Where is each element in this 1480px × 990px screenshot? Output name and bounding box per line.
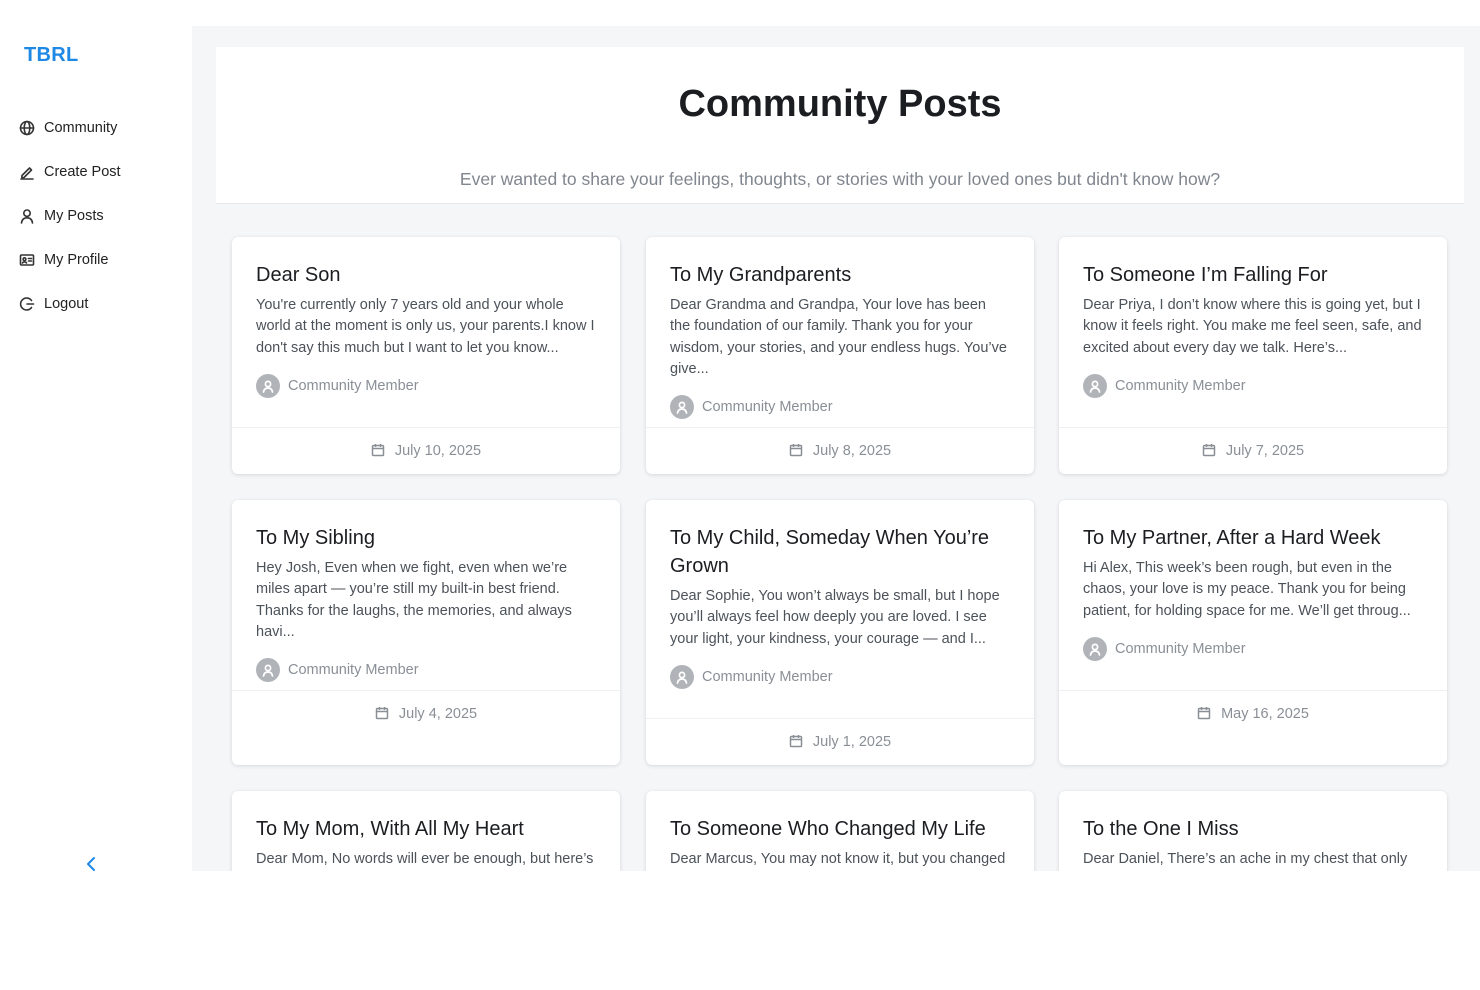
post-title: To the One I Miss <box>1083 818 1239 840</box>
calendar-icon <box>789 443 805 459</box>
avatar <box>1083 636 1107 661</box>
post-card[interactable]: To My Grandparents Dear Grandma and Gran… <box>646 237 1034 474</box>
post-footer: July 7, 2025 <box>1059 427 1447 474</box>
post-author: Community Member <box>670 664 1010 689</box>
avatar <box>256 373 280 398</box>
post-date: July 8, 2025 <box>812 443 892 459</box>
post-card[interactable]: Dear Son You're currently only 7 years o… <box>232 237 620 474</box>
post-title: To My Grandparents <box>670 264 852 286</box>
post-card[interactable]: To the One I Miss Dear Daniel, There’s a… <box>1059 791 1447 871</box>
calendar-icon <box>1197 706 1213 722</box>
author-name: Community Member <box>702 668 833 685</box>
post-card[interactable]: To My Mom, With All My Heart Dear Mom, N… <box>232 791 620 871</box>
sidebar-item-label: Community <box>44 120 118 136</box>
id-card-icon <box>18 251 36 269</box>
post-title: Dear Son <box>256 264 341 286</box>
post-card[interactable]: To Someone Who Changed My Life Dear Marc… <box>646 791 1034 871</box>
post-excerpt: Hi Alex, This week’s been rough, but eve… <box>1083 560 1411 619</box>
post-author: Community Member <box>256 658 596 683</box>
post-excerpt: Hey Josh, Even when we fight, even when … <box>256 560 572 640</box>
post-date: May 16, 2025 <box>1221 706 1309 722</box>
author-name: Community Member <box>288 662 419 679</box>
page-subtitle: Ever wanted to share your feelings, thou… <box>459 169 1221 189</box>
chevron-left-icon <box>87 857 95 871</box>
sidebar-item-label: My Profile <box>44 252 109 268</box>
post-title: To Someone Who Changed My Life <box>670 818 986 840</box>
author-name: Community Member <box>1115 377 1246 394</box>
collapse-sidebar-button[interactable] <box>82 853 100 875</box>
post-excerpt: You're currently only 7 years old and yo… <box>256 297 595 356</box>
sidebar-nav: Community Create Post My Posts My Profil… <box>18 106 188 326</box>
author-name: Community Member <box>702 399 833 416</box>
post-title: To My Mom, With All My Heart <box>256 818 524 840</box>
post-author: Community Member <box>670 395 1010 420</box>
post-footer: May 16, 2025 <box>1059 690 1447 737</box>
avatar <box>1083 373 1107 398</box>
post-author: Community Member <box>1083 636 1423 661</box>
sidebar-item-logout[interactable]: Logout <box>18 282 188 326</box>
sidebar-item-community[interactable]: Community <box>18 106 188 150</box>
calendar-icon <box>375 706 391 722</box>
post-excerpt: Dear Marcus, You may not know it, but yo… <box>670 851 1006 867</box>
post-footer: July 10, 2025 <box>232 427 620 474</box>
user-avatar-icon <box>262 380 274 393</box>
post-title: To My Sibling <box>256 527 375 549</box>
post-date: July 1, 2025 <box>812 734 892 750</box>
calendar-icon <box>789 734 805 750</box>
post-author: Community Member <box>256 373 596 398</box>
sidebar: TBRL Community Create Post My Posts My P… <box>0 26 192 871</box>
avatar <box>670 395 694 420</box>
avatar <box>670 664 694 689</box>
post-footer: July 4, 2025 <box>232 690 620 737</box>
post-card[interactable]: To My Child, Someday When You’re Grown D… <box>646 500 1034 765</box>
brand-logo[interactable]: TBRL <box>24 44 79 67</box>
post-title: To My Child, Someday When You’re Grown <box>670 527 990 577</box>
sidebar-item-my-posts[interactable]: My Posts <box>18 194 188 238</box>
calendar-icon <box>371 443 387 459</box>
post-card[interactable]: To My Sibling Hey Josh, Even when we fig… <box>232 500 620 765</box>
post-author: Community Member <box>1083 373 1423 398</box>
sidebar-item-label: Create Post <box>44 164 121 180</box>
user-avatar-icon <box>1089 643 1101 656</box>
sidebar-item-my-profile[interactable]: My Profile <box>18 238 188 282</box>
main-content: Community Posts Ever wanted to share you… <box>192 26 1480 871</box>
post-title: To Someone I’m Falling For <box>1083 264 1328 286</box>
post-excerpt: Dear Sophie, You won’t always be small, … <box>670 588 1000 647</box>
user-icon <box>18 207 36 225</box>
post-excerpt: Dear Mom, No words will ever be enough, … <box>256 851 594 867</box>
post-date: July 4, 2025 <box>398 706 478 722</box>
post-title: To My Partner, After a Hard Week <box>1083 527 1381 549</box>
globe-icon <box>18 119 36 137</box>
sidebar-item-label: My Posts <box>44 208 104 224</box>
post-excerpt: Dear Daniel, There’s an ache in my chest… <box>1083 851 1408 867</box>
post-date: July 10, 2025 <box>394 443 482 459</box>
post-card[interactable]: To My Partner, After a Hard Week Hi Alex… <box>1059 500 1447 765</box>
user-avatar-icon <box>676 671 688 684</box>
pen-icon <box>18 163 36 181</box>
post-footer: July 8, 2025 <box>646 427 1034 474</box>
post-date: July 7, 2025 <box>1225 443 1305 459</box>
avatar <box>256 658 280 683</box>
logout-icon <box>18 295 36 313</box>
user-avatar-icon <box>262 664 274 678</box>
user-avatar-icon <box>1089 380 1101 393</box>
author-name: Community Member <box>288 377 419 394</box>
sidebar-item-create-post[interactable]: Create Post <box>18 150 188 194</box>
post-excerpt: Dear Priya, I don’t know where this is g… <box>1083 297 1422 356</box>
page-title: Community Posts <box>678 83 1002 125</box>
post-excerpt: Dear Grandma and Grandpa, Your love has … <box>670 297 1007 377</box>
author-name: Community Member <box>1115 640 1246 657</box>
user-avatar-icon <box>676 401 688 415</box>
post-footer: July 1, 2025 <box>646 718 1034 765</box>
page-header: Community Posts Ever wanted to share you… <box>216 47 1464 204</box>
post-card[interactable]: To Someone I’m Falling For Dear Priya, I… <box>1059 237 1447 474</box>
sidebar-item-label: Logout <box>44 296 89 312</box>
calendar-icon <box>1202 443 1218 459</box>
